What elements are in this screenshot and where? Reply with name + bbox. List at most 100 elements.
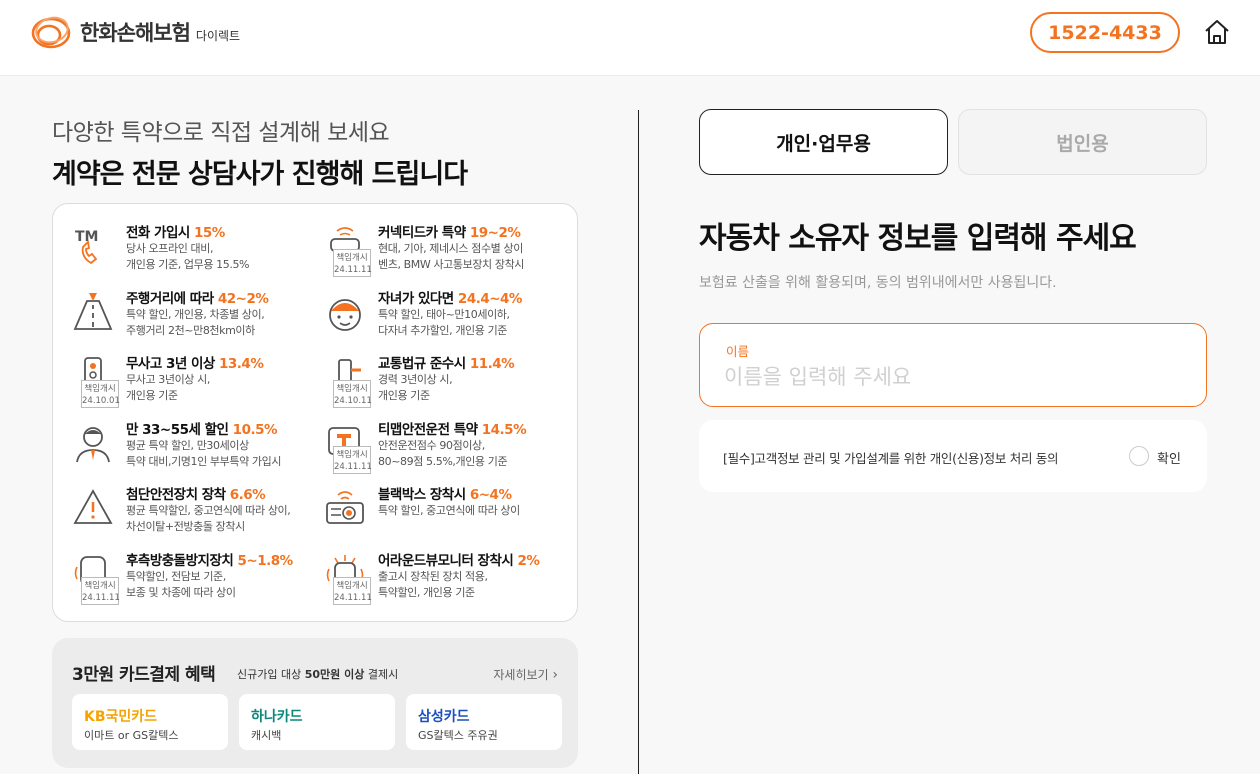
logo-name: 한화손해보험 xyxy=(80,21,191,45)
stamp-date: 24.11.11 xyxy=(334,593,372,603)
feature-desc-line1: 경력 3년이상 시, xyxy=(378,373,453,387)
feature-title: 교통법규 준수시 11.4% xyxy=(378,352,515,373)
feature-discount: 42~2% xyxy=(217,290,269,307)
home-icon[interactable] xyxy=(1203,18,1231,46)
child-face-icon xyxy=(329,298,361,331)
feature-desc-line2: 80~89점 5.5%,개인용 기준 xyxy=(378,454,508,468)
column-divider xyxy=(638,110,639,774)
card-name: 삼성카드 xyxy=(418,709,470,725)
more-details-label: 자세히보기 xyxy=(493,668,549,682)
feature-desc-line1: 평균 특약할인, 중고연식에 따라 상이, xyxy=(126,504,291,518)
feature-item: 책임개시 24.10.11 교통법규 준수시 11.4% 경력 3년이상 시, 개인용 … xyxy=(305,352,555,412)
feature-title: 자녀가 있다면 24.4~4% xyxy=(378,287,522,307)
feature-title-text: 블랙박스 장착시 xyxy=(378,487,470,504)
feature-item: 만 33~55세 할인 10.5% 평균 특약 할인, 만30세이상 특약 대비,기… xyxy=(53,418,303,478)
feature-item: TM 전화 가입시 15% 당사 오프라인 대비, 개인용 기준, 업무용 15.5% xyxy=(53,221,303,281)
feature-title-text: 티맵안전운전 특약 xyxy=(378,421,482,438)
card-benefit: 이마트 or GS칼텍스 xyxy=(84,729,179,742)
feature-desc-line1: 특약 할인, 태아~만10세이하, xyxy=(378,307,510,321)
feature-title-text: 주행거리에 따라 xyxy=(126,290,218,307)
card-option[interactable]: KB국민카드이마트 or GS칼텍스 xyxy=(72,694,228,750)
form-title: 자동차 소유자 정보를 입력해 주세요 xyxy=(699,221,1137,256)
feature-title-text: 자녀가 있다면 xyxy=(378,290,458,307)
card-name: KB국민카드 xyxy=(84,709,158,725)
stamp-date: 24.10.11 xyxy=(334,396,372,407)
feature-desc: 특약할인, 전담보 기준, 보종 및 차종에 따라 상이 xyxy=(126,569,236,601)
feature-desc: 경력 3년이상 시, 개인용 기준 xyxy=(378,372,453,404)
stamp-date: 24.11.11 xyxy=(334,265,372,275)
feature-title: 블랙박스 장착시 6~4% xyxy=(378,483,512,504)
feature-desc: 현대, 기아, 제네시스 점수별 상이 벤츠, BMW 사고통보장치 장착시 xyxy=(378,241,524,273)
consent-text[interactable]: [필수]고객정보 관리 및 가입설계를 위한 개인(신용)정보 처리 동의 xyxy=(723,448,1059,467)
feature-desc-line1: 당사 오프라인 대비, xyxy=(126,242,214,255)
feature-desc: 당사 오프라인 대비, 개인용 기준, 업무용 15.5% xyxy=(126,241,249,273)
feature-item: 책임개시 24.11.11 후측방충돌방지장치 5~1.8% 특약할인, 전담보 기준… xyxy=(53,549,303,609)
feature-desc-line1: 출고시 장착된 장치 적용, xyxy=(378,570,488,583)
liability-start-stamp: 책임개시 24.11.11 xyxy=(333,577,372,605)
left-main-heading: 계약은 전문 상담사가 진행해 드립니다 xyxy=(52,159,468,190)
feature-title: 어라운드뷰모니터 장착시 2% xyxy=(378,549,540,569)
stamp-label: 책임개시 xyxy=(336,384,368,395)
feature-desc: 특약 할인, 태아~만10세이하, 다자녀 추가할인, 개인용 기준 xyxy=(378,307,510,339)
feature-desc-line1: 안전운전점수 90점이상, xyxy=(378,438,485,452)
feature-title: 전화 가입시 15% xyxy=(126,221,225,241)
feature-title: 만 33~55세 할인 10.5% xyxy=(126,418,278,438)
stamp-label: 책임개시 xyxy=(336,449,368,460)
feature-discount: 14.5% xyxy=(481,421,527,438)
feature-title-text: 교통법규 준수시 xyxy=(378,356,470,373)
left-sub-heading: 다양한 특약으로 직접 설계해 보세요 xyxy=(52,120,390,146)
name-input[interactable] xyxy=(724,360,1184,394)
feature-discount: 24.4~4% xyxy=(457,290,523,307)
feature-title-text: 무사고 3년 이상 xyxy=(126,356,220,373)
feature-desc-line1: 무사고 3년이상 시, xyxy=(126,373,210,387)
consent-radio[interactable] xyxy=(1129,446,1149,466)
card-option[interactable]: 삼성카드 GS칼텍스 주유권 xyxy=(406,694,562,750)
more-details-link[interactable]: 자세히보기 › xyxy=(493,666,558,683)
feature-item: 첨단안전장치 장착 6.6% 평균 특약할인, 중고연식에 따라 상이, 차선이탈+… xyxy=(53,483,303,543)
stamp-date: 24.11.11 xyxy=(82,593,120,603)
feature-desc-line1: 평균 특약 할인, 만30세이상 xyxy=(126,438,249,452)
feature-title: 커넥티드카 특약 19~2% xyxy=(378,221,521,241)
feature-desc-line2: 보종 및 차종에 따라 상이 xyxy=(126,586,236,599)
feature-item: 책임개시 24.11.11 커넥티드카 특약 19~2% 현대, 기아, 제네시스 점… xyxy=(305,221,555,281)
feature-item: 자녀가 있다면 24.4~4% 특약 할인, 태아~만10세이하, 다자녀 추가할인… xyxy=(305,287,555,347)
blackbox-icon xyxy=(326,491,364,525)
name-field-label: 이름 xyxy=(726,344,750,359)
card-option[interactable]: 하나카드 캐시백 xyxy=(239,694,395,750)
stamp-label: 책임개시 xyxy=(84,581,116,591)
stamp-date: 24.11.11 xyxy=(334,461,372,472)
feature-desc-line2: 주행거리 2천~만8천km이하 xyxy=(126,323,255,337)
card-promo-title: 3만원 카드결제 혜택 xyxy=(72,665,216,685)
feature-desc: 출고시 장착된 장치 적용, 특약할인, 개인용 기준 xyxy=(378,569,488,601)
stamp-label: 책임개시 xyxy=(84,384,116,395)
feature-desc-line2: 특약할인, 개인용 기준 xyxy=(378,586,475,599)
tm-phone-icon: TM xyxy=(75,229,98,265)
feature-discount: 15% xyxy=(194,225,225,241)
road-icon xyxy=(73,292,113,330)
feature-desc-line2: 벤츠, BMW 사고통보장치 장착시 xyxy=(378,258,525,271)
feature-desc-line1: 특약 할인, 개인용, 차종별 상이, xyxy=(126,307,265,321)
name-field[interactable]: 이름 xyxy=(699,323,1207,407)
feature-title-text: 커넥티드카 특약 xyxy=(378,225,470,241)
top-header: 한화손해보험 다이렉트 1522-4433 xyxy=(0,0,1260,76)
feature-desc-line2: 차선이탈+전방충돌 장착시 xyxy=(126,520,245,534)
phone-number-button[interactable]: 1522-4433 xyxy=(1030,12,1180,53)
feature-title-text: 첨단안전장치 장착 xyxy=(126,487,230,504)
liability-start-stamp: 책임개시 24.10.01 xyxy=(81,380,120,409)
card-promo-condition: 신규가입 대상 50만원 이상 결제시 xyxy=(237,666,398,682)
hanwha-logo-icon xyxy=(31,16,71,49)
feature-desc: 평균 특약 할인, 만30세이상 특약 대비,기명1인 부부특약 가입시 xyxy=(126,438,281,470)
feature-discount: 19~2% xyxy=(469,225,521,241)
card-promo-panel: 3만원 카드결제 혜택 신규가입 대상 50만원 이상 결제시 자세히보기 › … xyxy=(52,638,578,768)
tab-personal[interactable]: 개인·업무용 xyxy=(699,109,948,175)
consent-confirm-label[interactable]: 확인 xyxy=(1157,448,1181,467)
feature-item: 책임개시 24.11.11 티맵안전운전 특약 14.5% 안전운전점수 90점이상,… xyxy=(305,418,555,478)
feature-desc: 특약 할인, 중고연식에 따라 상이 xyxy=(378,503,520,519)
feature-desc-line2: 다자녀 추가할인, 개인용 기준 xyxy=(378,323,508,337)
feature-discount: 11.4% xyxy=(469,356,515,373)
feature-desc-line2: 개인용 기준 xyxy=(126,389,178,403)
hanwha-logo[interactable]: 한화손해보험 다이렉트 xyxy=(30,12,240,52)
tab-corporate[interactable]: 법인용 xyxy=(958,109,1207,175)
feature-discount: 6.6% xyxy=(229,487,266,504)
feature-item: 책임개시 24.11.11 어라운드뷰모니터 장착시 2% 출고시 장착된 장치 적용… xyxy=(305,549,555,609)
